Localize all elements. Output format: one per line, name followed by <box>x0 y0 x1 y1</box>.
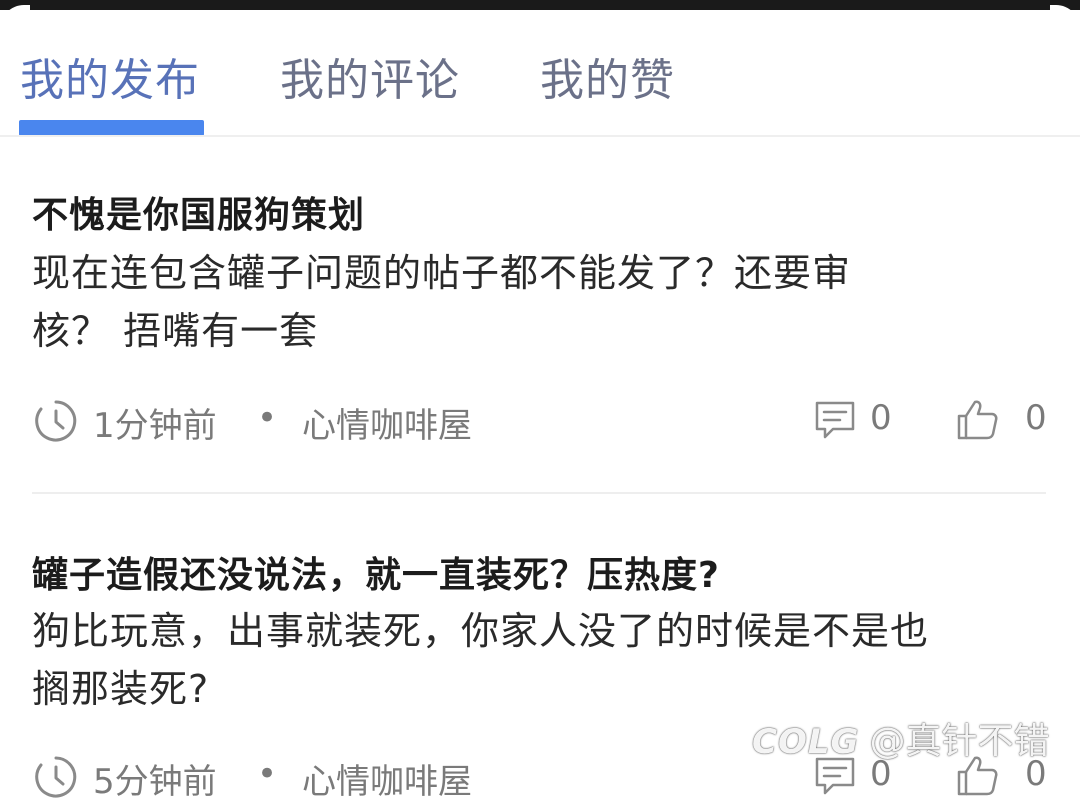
meta-separator: • <box>257 398 278 438</box>
like-count: 0 <box>1025 398 1047 438</box>
watermark: COLG @真针不错 <box>752 712 1049 762</box>
post-body-line: 现在连包含罐子问题的帖子都不能发了？还要审 <box>32 251 852 295</box>
post-time: 5分钟前 <box>93 762 217 802</box>
post-title[interactable]: 不愧是你国服狗策划 <box>32 186 365 238</box>
post-title[interactable]: 罐子造假还没说法，就一直装死？压热度? <box>32 546 720 598</box>
post-body-line: 核？ 捂嘴有一套 <box>32 309 319 353</box>
meta-separator: • <box>257 754 278 794</box>
post-divider <box>32 492 1046 494</box>
comment-count: 0 <box>870 398 892 438</box>
tab-my-likes[interactable]: 我的赞 <box>540 44 675 108</box>
post-body-line: 搁那装死? <box>32 667 210 711</box>
thumbs-up-icon[interactable] <box>955 396 1001 442</box>
clock-icon <box>33 754 79 800</box>
tab-my-comments[interactable]: 我的评论 <box>280 44 460 108</box>
post-time: 1分钟前 <box>93 406 217 446</box>
colg-logo: COLG <box>752 722 860 762</box>
post-body-line: 狗比玩意，出事就装死，你家人没了的时候是不是也 <box>32 609 930 653</box>
post-body[interactable]: 狗比玩意，出事就装死，你家人没了的时候是不是也 搁那装死? <box>32 602 1032 718</box>
active-tab-indicator <box>19 120 204 136</box>
watermark-text: @真针不错 <box>869 721 1050 762</box>
clock-icon <box>33 398 79 444</box>
status-bar <box>0 0 1080 10</box>
tab-divider <box>0 135 1080 137</box>
tab-bar: 我的发布 我的评论 我的赞 <box>0 10 1080 137</box>
post-meta: 1分钟前 • 心情咖啡屋 0 0 <box>0 396 1080 446</box>
post-board-link[interactable]: 心情咖啡屋 <box>302 754 472 803</box>
tab-my-posts[interactable]: 我的发布 <box>20 44 200 108</box>
comment-icon[interactable] <box>813 399 857 443</box>
post-board-link[interactable]: 心情咖啡屋 <box>302 398 472 447</box>
post-body[interactable]: 现在连包含罐子问题的帖子都不能发了？还要审 核？ 捂嘴有一套 <box>32 244 1032 360</box>
